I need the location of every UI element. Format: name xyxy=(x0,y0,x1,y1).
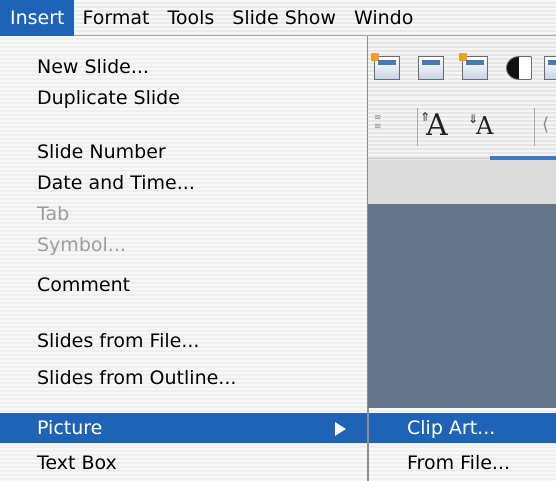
menu-bar: Insert Format Tools Slide Show Windo xyxy=(0,0,556,36)
picture-submenu: Clip Art... From File... xyxy=(368,408,556,481)
submenu-item-from-file[interactable]: From File... xyxy=(369,448,556,478)
toolbar-separator xyxy=(534,108,535,146)
toolbar-separator xyxy=(417,108,418,146)
menu-item-slides-from-file[interactable]: Slides from File... xyxy=(0,326,367,356)
formatting-toolbar: ≋ ≋ ⇑ A ⇓ A ⟨ xyxy=(368,98,556,159)
toolbar-overflow-icon[interactable] xyxy=(544,56,556,80)
menu-item-tab: Tab xyxy=(37,203,70,225)
menu-item-comment[interactable]: Comment xyxy=(0,270,367,300)
menu-insert[interactable]: Insert xyxy=(0,0,74,36)
standard-toolbar xyxy=(368,36,556,99)
menu-item-picture-label: Picture xyxy=(37,417,103,439)
menu-format[interactable]: Format xyxy=(74,0,159,36)
duplicate-slide-icon[interactable] xyxy=(418,56,444,80)
strikethrough-icon[interactable]: ≋ ≋ xyxy=(374,114,382,132)
color-grayscale-icon[interactable] xyxy=(506,56,532,80)
menu-item-new-slide[interactable]: New Slide... xyxy=(0,52,367,82)
menu-window[interactable]: Windo xyxy=(345,0,422,36)
menu-item-symbol: Symbol... xyxy=(37,234,126,256)
decrease-font-size-icon[interactable]: ⇓ A xyxy=(468,112,493,140)
menu-item-slides-from-outline[interactable]: Slides from Outline... xyxy=(0,363,367,393)
menu-item-date-and-time[interactable]: Date and Time... xyxy=(0,168,367,198)
ruler-strip xyxy=(368,160,556,204)
menu-item-duplicate-slide[interactable]: Duplicate Slide xyxy=(0,83,367,113)
insert-menu: New Slide... Duplicate Slide Slide Numbe… xyxy=(0,36,368,481)
increase-font-size-icon[interactable]: ⇑ A xyxy=(420,108,448,143)
menu-item-text-box[interactable]: Text Box xyxy=(0,448,367,478)
menu-slide-show[interactable]: Slide Show xyxy=(223,0,345,36)
new-slide-icon[interactable] xyxy=(371,53,400,80)
menu-tools[interactable]: Tools xyxy=(158,0,223,36)
menu-item-slide-number[interactable]: Slide Number xyxy=(0,137,367,167)
slide-layout-icon[interactable] xyxy=(459,53,488,80)
submenu-item-clip-art[interactable]: Clip Art... xyxy=(369,413,556,443)
menu-item-picture[interactable]: Picture xyxy=(0,413,367,443)
promote-icon[interactable]: ⟨ xyxy=(542,114,549,135)
submenu-arrow-icon xyxy=(335,422,346,436)
